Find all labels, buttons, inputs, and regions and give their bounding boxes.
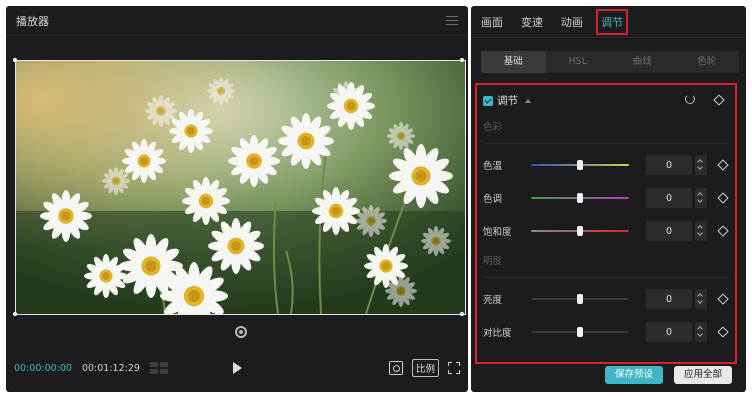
daisy-field-image bbox=[16, 61, 465, 314]
saturation-value-input[interactable]: 0 bbox=[646, 221, 692, 241]
playback-controls: 00:00:00:00 00:01:12:29 比例 bbox=[6, 356, 468, 380]
fullscreen-icon[interactable] bbox=[448, 362, 460, 374]
adjust-section: 调节 色彩 色温 0 色调 0 饱和度 0 明度 亮度 0 对比度 0 bbox=[475, 83, 737, 364]
brightness-slider[interactable] bbox=[531, 294, 629, 304]
stepper-icon[interactable] bbox=[695, 221, 707, 241]
stepper-icon[interactable] bbox=[695, 188, 707, 208]
ratio-button[interactable]: 比例 bbox=[411, 359, 439, 377]
stepper-icon[interactable] bbox=[695, 289, 707, 309]
stepper-icon[interactable] bbox=[695, 322, 707, 342]
keyframe-diamond-icon[interactable] bbox=[717, 293, 729, 305]
video-preview[interactable] bbox=[16, 61, 465, 314]
timeline-grid-icon[interactable] bbox=[149, 362, 168, 374]
reset-icon[interactable] bbox=[685, 94, 695, 104]
apply-all-button[interactable]: 应用全部 bbox=[674, 366, 733, 384]
tint-slider[interactable] bbox=[531, 193, 629, 203]
keyframe-diamond-icon[interactable] bbox=[717, 225, 729, 237]
slider-knob[interactable] bbox=[577, 327, 583, 337]
keyframe-diamond-icon[interactable] bbox=[713, 94, 725, 106]
temperature-value-input[interactable]: 0 bbox=[646, 155, 692, 175]
frame-handle-tr[interactable] bbox=[460, 58, 464, 62]
tab-bar: 画面 变速 动画 调节 bbox=[471, 6, 746, 38]
tab-adjust[interactable]: 调节 bbox=[596, 8, 628, 35]
tint-value-input[interactable]: 0 bbox=[646, 188, 692, 208]
slider-row-temperature: 色温 0 bbox=[483, 154, 729, 176]
row-label: 饱和度 bbox=[483, 227, 512, 238]
frame-handle-tl[interactable] bbox=[13, 58, 17, 62]
contrast-value-input[interactable]: 0 bbox=[646, 322, 692, 342]
row-label: 色调 bbox=[483, 194, 503, 205]
row-label: 对比度 bbox=[483, 328, 512, 339]
slider-knob[interactable] bbox=[577, 193, 583, 203]
adjust-enable-checkbox[interactable] bbox=[483, 95, 493, 106]
player-title: 播放器 bbox=[16, 14, 49, 28]
brightness-value-input[interactable]: 0 bbox=[646, 289, 692, 309]
timecode-current: 00:00:00:00 bbox=[14, 362, 72, 374]
tab-animation[interactable]: 动画 bbox=[561, 14, 583, 30]
rotate-handle-icon[interactable] bbox=[235, 326, 247, 338]
section-label-lightness: 明度 bbox=[483, 256, 503, 267]
tab-speed[interactable]: 变速 bbox=[521, 14, 543, 30]
keyframe-diamond-icon[interactable] bbox=[717, 326, 729, 338]
adjust-header: 调节 bbox=[483, 93, 531, 108]
slider-knob[interactable] bbox=[577, 160, 583, 170]
frame-handle-br[interactable] bbox=[460, 312, 464, 316]
contrast-slider[interactable] bbox=[531, 327, 629, 337]
adjust-title: 调节 bbox=[497, 95, 518, 107]
frame-handle-bl[interactable] bbox=[13, 312, 17, 316]
row-label: 色温 bbox=[483, 161, 503, 172]
slider-row-brightness: 亮度 0 bbox=[483, 288, 729, 310]
play-icon[interactable] bbox=[233, 362, 242, 374]
properties-panel: 画面 变速 动画 调节 基础 HSL 曲线 色轮 调节 色彩 色温 0 色调 0… bbox=[471, 6, 746, 392]
player-panel: 播放器 00:00:00:00 00:01:12:29 比例 bbox=[6, 6, 468, 392]
collapse-caret-icon[interactable] bbox=[525, 98, 531, 103]
subtab-color-wheel[interactable]: 色轮 bbox=[675, 51, 740, 73]
subtab-hsl[interactable]: HSL bbox=[546, 51, 611, 73]
saturation-slider[interactable] bbox=[531, 226, 629, 236]
tab-picture[interactable]: 画面 bbox=[481, 14, 503, 30]
save-preset-button[interactable]: 保存预设 bbox=[605, 366, 664, 384]
timecode-total: 00:01:12:29 bbox=[81, 362, 140, 374]
section-label-color: 色彩 bbox=[483, 122, 503, 133]
keyframe-diamond-icon[interactable] bbox=[717, 159, 729, 171]
slider-knob[interactable] bbox=[577, 226, 583, 236]
stepper-icon[interactable] bbox=[695, 155, 707, 175]
temperature-slider[interactable] bbox=[531, 160, 629, 170]
slider-knob[interactable] bbox=[577, 294, 583, 304]
menu-icon[interactable] bbox=[446, 16, 458, 25]
keyframe-diamond-icon[interactable] bbox=[717, 192, 729, 204]
subtab-basic[interactable]: 基础 bbox=[481, 51, 546, 73]
divider bbox=[483, 143, 729, 144]
zoom-fit-icon[interactable] bbox=[388, 361, 403, 375]
subtab-bar: 基础 HSL 曲线 色轮 bbox=[481, 51, 739, 73]
player-header: 播放器 bbox=[6, 6, 468, 36]
divider bbox=[483, 277, 729, 278]
slider-row-tint: 色调 0 bbox=[483, 187, 729, 209]
row-label: 亮度 bbox=[483, 295, 503, 306]
slider-row-saturation: 饱和度 0 bbox=[483, 220, 729, 242]
slider-row-contrast: 对比度 0 bbox=[483, 321, 729, 343]
subtab-curves[interactable]: 曲线 bbox=[610, 51, 675, 73]
